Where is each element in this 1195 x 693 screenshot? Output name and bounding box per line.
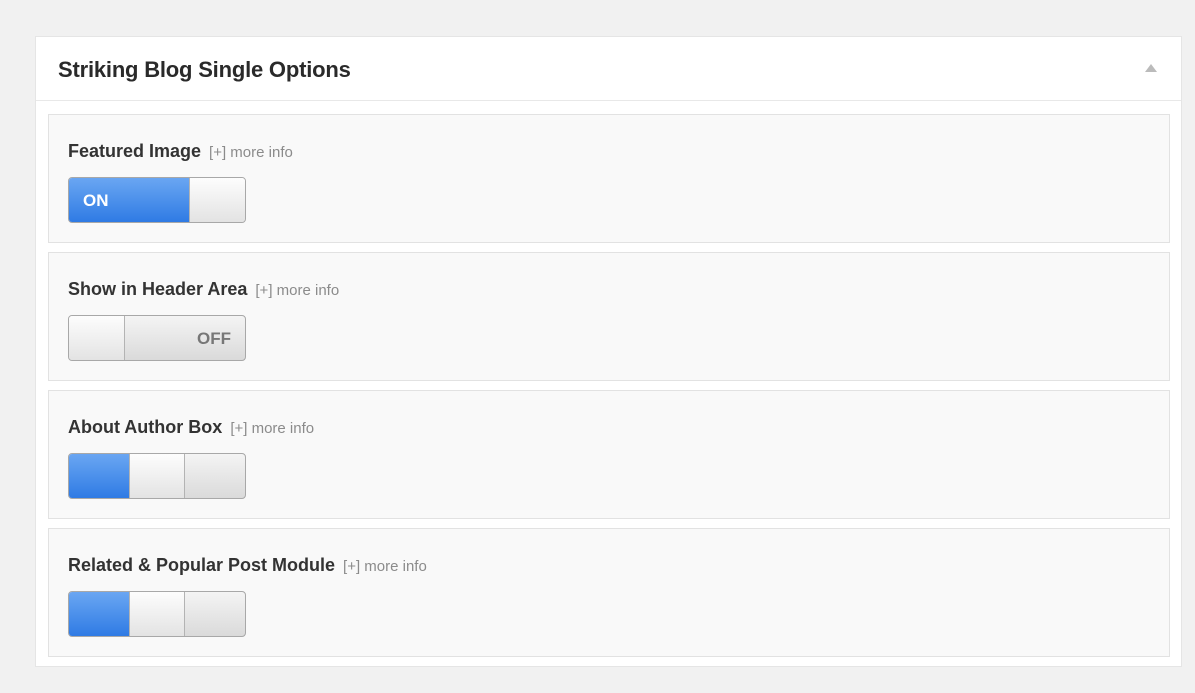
more-info-link[interactable]: [+] more info: [230, 420, 314, 437]
toggle-on-text: ON: [83, 191, 109, 210]
about-author-toggle[interactable]: [68, 453, 246, 499]
toggle-knob[interactable]: [129, 592, 185, 636]
option-label-text: Related & Popular Post Module: [68, 555, 336, 575]
toggle-fill: [69, 454, 131, 498]
option-label: Show in Header Area [+] more info: [68, 279, 339, 300]
metabox-header[interactable]: Striking Blog Single Options: [36, 37, 1181, 101]
option-about-author-box: About Author Box [+] more info: [48, 390, 1170, 519]
toggle-fill: [69, 592, 131, 636]
option-label-text: About Author Box: [68, 417, 223, 437]
panel-title: Striking Blog Single Options: [58, 57, 351, 82]
option-label: Related & Popular Post Module [+] more in…: [68, 555, 427, 576]
toggle-knob[interactable]: [189, 178, 245, 222]
collapse-triangle-icon[interactable]: [1145, 64, 1157, 72]
option-label: Featured Image [+] more info: [68, 141, 293, 162]
option-label-text: Featured Image: [68, 141, 202, 161]
metabox-panel: Striking Blog Single Options Featured Im…: [35, 36, 1182, 667]
toggle-knob[interactable]: [129, 454, 185, 498]
featured-image-toggle[interactable]: ON: [68, 177, 246, 223]
show-in-header-toggle[interactable]: OFF: [68, 315, 246, 361]
more-info-link[interactable]: [+] more info: [209, 144, 293, 161]
toggle-off-text: OFF: [197, 329, 231, 348]
option-related-popular-post-module: Related & Popular Post Module [+] more in…: [48, 528, 1170, 657]
option-show-in-header-area: Show in Header Area [+] more info OFF: [48, 252, 1170, 381]
option-label: About Author Box [+] more info: [68, 417, 314, 438]
option-featured-image: Featured Image [+] more info ON: [48, 114, 1170, 243]
more-info-link[interactable]: [+] more info: [255, 282, 339, 299]
option-label-text: Show in Header Area: [68, 279, 248, 299]
related-popular-post-toggle[interactable]: [68, 591, 246, 637]
toggle-knob[interactable]: [69, 316, 125, 360]
more-info-link[interactable]: [+] more info: [343, 558, 427, 575]
